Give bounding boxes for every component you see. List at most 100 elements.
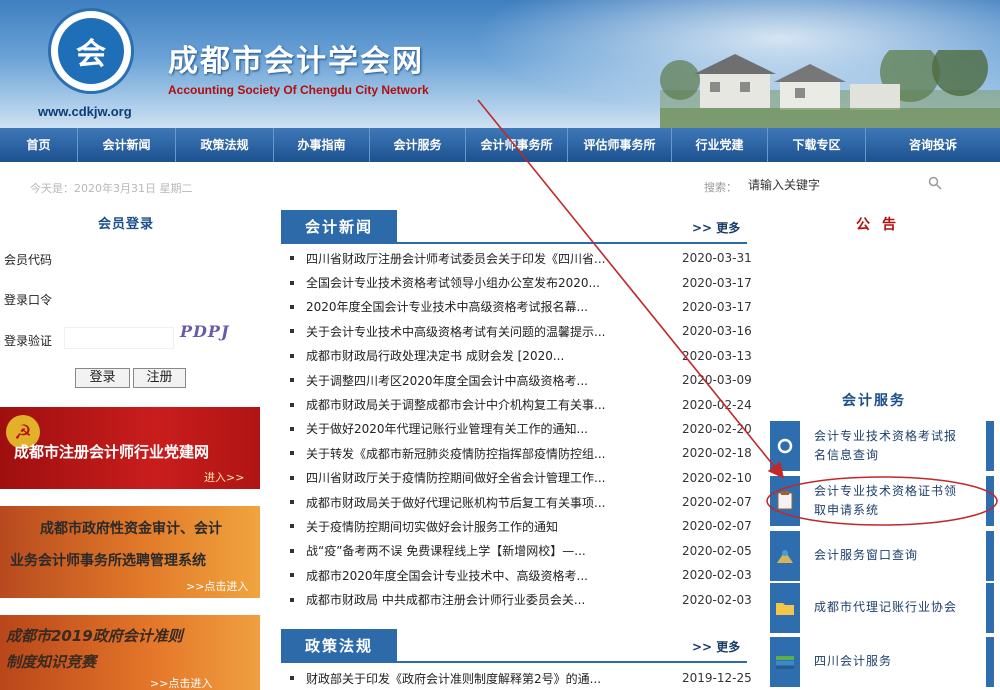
news-title[interactable]: 四川省财政厅注册会计师考试委员会关于印发《四川省...: [306, 250, 632, 267]
policy-divider: [281, 661, 747, 663]
bullet-icon: [290, 451, 294, 456]
society-seal-icon: 会: [58, 18, 124, 84]
password-input[interactable]: [64, 286, 174, 308]
news-date: 2020-02-10: [682, 470, 752, 485]
bullet-icon: [290, 353, 294, 358]
folder-glyph: [776, 603, 794, 615]
nav-accounting-news[interactable]: 会计新闻: [78, 128, 176, 162]
service-window-query[interactable]: 会计服务窗口查询: [770, 531, 994, 581]
news-title[interactable]: 成都市财政局关于做好代理记账机构节后复工有关事项...: [306, 494, 632, 511]
books-icon: [770, 637, 800, 687]
list-item[interactable]: 关于调整四川考区2020年度全国会计中高级资格考... 2020-03-09: [290, 368, 752, 392]
news-title[interactable]: 战“疫”备考两不误 免费课程线上学【新增网校】—...: [306, 542, 632, 559]
nav-appraisal-firms[interactable]: 评估师事务所: [568, 128, 672, 162]
list-item[interactable]: 成都市财政局 中共成都市注册会计师行业委员会关... 2020-02-03: [290, 587, 752, 611]
list-item[interactable]: 关于转发《成都市新冠肺炎疫情防控指挥部疫情防控组... 2020-02-18: [290, 441, 752, 465]
bullet-icon: [290, 524, 294, 529]
news-date: 2020-02-20: [682, 421, 752, 436]
service-certificate-apply[interactable]: 会计专业技术资格证书领 取申请系统: [770, 476, 994, 526]
search-circle-glyph: [777, 438, 793, 454]
nav-guide[interactable]: 办事指南: [274, 128, 370, 162]
register-button[interactable]: 注册: [133, 368, 186, 388]
banner-2-enter: >>点击进入: [186, 580, 249, 593]
nav-party-building[interactable]: 行业党建: [672, 128, 768, 162]
nav-services[interactable]: 会计服务: [370, 128, 466, 162]
list-item[interactable]: 全国会计专业技术资格考试领导小组办公室发布2020... 2020-03-17: [290, 270, 752, 294]
service-4-bar: [986, 583, 994, 633]
news-date: 2020-02-24: [682, 397, 752, 412]
site-url: www.cdkjw.org: [38, 104, 132, 119]
nav-home[interactable]: 首页: [0, 128, 78, 162]
news-date: 2020-03-17: [682, 299, 752, 314]
nav-consult[interactable]: 咨询投诉: [866, 128, 1000, 162]
banner-1-enter: 进入>>: [204, 471, 245, 484]
list-item[interactable]: 战“疫”备考两不误 免费课程线上学【新增网校】—... 2020-02-05: [290, 539, 752, 563]
list-item[interactable]: 成都市财政局行政处理决定书 成财会发 [2020... 2020-03-13: [290, 344, 752, 368]
bullet-icon: [290, 597, 294, 602]
banner-3-enter: >>点击进入: [150, 677, 213, 690]
certificate-icon: [770, 476, 800, 526]
news-title[interactable]: 财政部关于印发《政府会计准则制度解释第2号》的通...: [306, 670, 632, 687]
magnifier-icon[interactable]: [928, 176, 948, 196]
list-item[interactable]: 四川省财政厅关于疫情防控期间做好全省会计管理工作... 2020-02-10: [290, 466, 752, 490]
list-item[interactable]: 成都市财政局关于做好代理记账机构节后复工有关事项... 2020-02-07: [290, 490, 752, 514]
service-exam-query[interactable]: 会计专业技术资格考试报 名信息查询: [770, 421, 994, 471]
news-title[interactable]: 成都市财政局关于调整成都市会计中介机构复工有关事...: [306, 396, 632, 413]
login-button[interactable]: 登录: [75, 368, 130, 388]
news-title[interactable]: 关于转发《成都市新冠肺炎疫情防控指挥部疫情防控组...: [306, 445, 632, 462]
captcha-input[interactable]: [64, 327, 174, 349]
nav-downloads[interactable]: 下载专区: [768, 128, 866, 162]
news-date: 2020-02-03: [682, 568, 752, 583]
list-item[interactable]: 2020年度全国会计专业技术中高级资格考试报名幕... 2020-03-17: [290, 295, 752, 319]
knowledge-contest-banner[interactable]: 成都市2019政府会计准则 制度知识竞赛 >>点击进入: [0, 615, 260, 690]
society-logo[interactable]: 会: [48, 8, 134, 94]
service-exam-query-label: 会计专业技术资格考试报 名信息查询: [814, 427, 974, 465]
captcha-label: 登录验证: [4, 334, 53, 348]
news-title[interactable]: 关于做好2020年代理记账行业管理有关工作的通知...: [306, 420, 632, 437]
bullet-icon: [290, 256, 294, 261]
list-item[interactable]: 关于做好2020年代理记账行业管理有关工作的通知... 2020-02-20: [290, 417, 752, 441]
news-date: 2020-03-31: [682, 251, 752, 266]
policy-more-link[interactable]: >> 更多: [692, 638, 740, 655]
party-building-banner[interactable]: ☭ 成都市注册会计师行业党建网 进入>>: [0, 407, 260, 489]
news-title[interactable]: 成都市财政局 中共成都市注册会计师行业委员会关...: [306, 591, 632, 608]
list-item[interactable]: 财政部关于印发《政府会计准则制度解释第2号》的通... 2019-12-25: [290, 666, 752, 690]
tab-policy[interactable]: 政策法规: [281, 629, 397, 663]
list-item[interactable]: 成都市2020年度全国会计专业技术中、高级资格考... 2020-02-03: [290, 563, 752, 587]
banner-1-text: 成都市注册会计师行业党建网: [14, 443, 210, 461]
list-item[interactable]: 关于疫情防控期间切实做好会计服务工作的通知 2020-02-07: [290, 514, 752, 538]
search-input[interactable]: [748, 174, 918, 196]
notice-title: 公告: [856, 217, 908, 233]
news-title[interactable]: 关于疫情防控期间切实做好会计服务工作的通知: [306, 518, 632, 535]
news-title[interactable]: 四川省财政厅关于疫情防控期间做好全省会计管理工作...: [306, 469, 632, 486]
news-title[interactable]: 关于会计专业技术中高级资格考试有关问题的温馨提示...: [306, 323, 632, 340]
list-item[interactable]: 四川省财政厅注册会计师考试委员会关于印发《四川省... 2020-03-31: [290, 246, 752, 270]
audit-selection-banner[interactable]: 成都市政府性资金审计、会计 业务会计师事务所选聘管理系统 >>点击进入: [0, 506, 260, 598]
news-date: 2020-02-18: [682, 446, 752, 461]
captcha-image[interactable]: PDPJ: [180, 322, 230, 341]
service-sichuan-accounting[interactable]: 四川会计服务: [770, 637, 994, 687]
news-title[interactable]: 全国会计专业技术资格考试领导小组办公室发布2020...: [306, 274, 632, 291]
member-login-title: 会员登录: [98, 217, 155, 232]
list-item[interactable]: 关于会计专业技术中高级资格考试有关问题的温馨提示... 2020-03-16: [290, 319, 752, 343]
news-more-link[interactable]: >> 更多: [692, 219, 740, 236]
nav-cpa-firms[interactable]: 会计师事务所: [466, 128, 568, 162]
news-date: 2019-12-25: [682, 671, 752, 686]
site-header: 会 www.cdkjw.org 成都市会计学会网 Accounting Soci…: [0, 0, 1000, 128]
tab-accounting-news[interactable]: 会计新闻: [281, 210, 397, 244]
service-bookkeeping-association[interactable]: 成都市代理记账行业协会: [770, 583, 994, 633]
nav-policy[interactable]: 政策法规: [176, 128, 274, 162]
news-date: 2020-02-05: [682, 543, 752, 558]
news-title[interactable]: 2020年度全国会计专业技术中高级资格考试报名幕...: [306, 298, 632, 315]
news-title[interactable]: 关于调整四川考区2020年度全国会计中高级资格考...: [306, 372, 632, 389]
news-list: 四川省财政厅注册会计师考试委员会关于印发《四川省... 2020-03-31 全国会…: [290, 246, 752, 612]
news-title[interactable]: 成都市财政局行政处理决定书 成财会发 [2020...: [306, 347, 632, 364]
bullet-icon: [290, 548, 294, 553]
member-code-label: 会员代码: [4, 253, 53, 267]
search-circle-icon: [770, 421, 800, 471]
member-code-input[interactable]: [64, 246, 174, 268]
news-title[interactable]: 成都市2020年度全国会计专业技术中、高级资格考...: [306, 567, 632, 584]
magnifier-glyph: [928, 176, 942, 190]
banner-3-line2: 制度知识竞赛: [6, 653, 97, 671]
list-item[interactable]: 成都市财政局关于调整成都市会计中介机构复工有关事... 2020-02-24: [290, 392, 752, 416]
